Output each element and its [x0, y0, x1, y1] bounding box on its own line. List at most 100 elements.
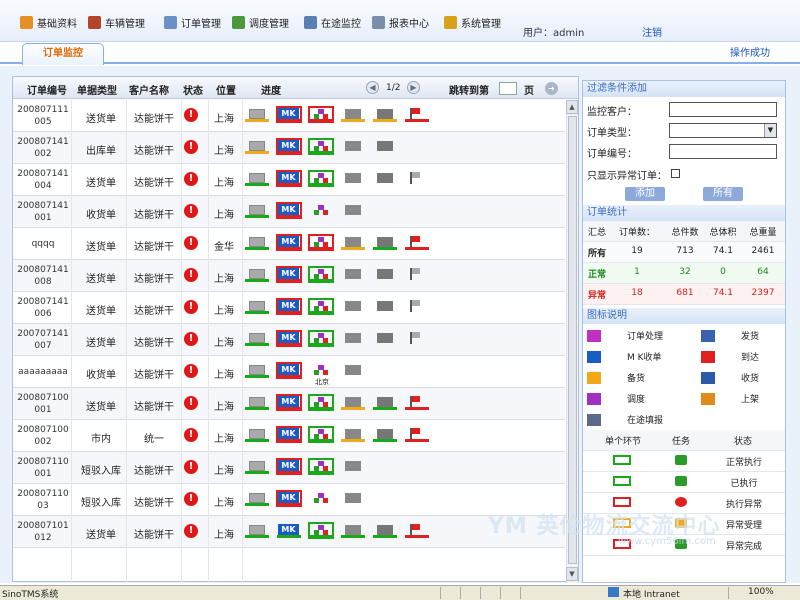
progress-stage[interactable]	[245, 332, 269, 346]
progress-stage[interactable]	[373, 332, 397, 346]
progress-stage[interactable]	[308, 234, 334, 251]
progress-stage[interactable]	[308, 106, 334, 123]
progress-stage[interactable]	[245, 268, 269, 282]
progress-stage[interactable]: MK	[276, 330, 302, 347]
order-no[interactable]: 200807141006	[17, 296, 69, 320]
error-status-icon[interactable]: !	[184, 396, 198, 410]
order-no[interactable]: 200707141007	[17, 328, 69, 352]
progress-stage[interactable]	[245, 396, 269, 410]
menu-item-2[interactable]: 订单管理	[164, 14, 221, 30]
progress-stage[interactable]	[341, 460, 365, 474]
order-no[interactable]: 200807141001	[17, 200, 69, 224]
table-row[interactable]: 200807141001 收货单 达能饼干! 上海 MK	[13, 196, 565, 228]
progress-stage[interactable]	[308, 426, 334, 443]
order-no[interactable]: 200807110001	[17, 456, 69, 480]
progress-stage[interactable]	[245, 492, 269, 506]
order-no[interactable]: 200807141004	[17, 168, 69, 192]
progress-stage[interactable]	[405, 300, 429, 314]
table-row[interactable]: 200807141002 出库单 达能饼干! 上海 MK	[13, 132, 565, 164]
progress-stage[interactable]	[308, 298, 334, 315]
progress-stage[interactable]	[245, 204, 269, 218]
progress-stage[interactable]	[373, 268, 397, 282]
progress-stage[interactable]: MK	[276, 490, 302, 507]
order-no[interactable]: 200807111005	[17, 104, 69, 128]
table-row[interactable]: 200807141006 送货单 达能饼干! 上海 MK	[13, 292, 565, 324]
progress-stage[interactable]	[341, 396, 365, 410]
error-status-icon[interactable]: !	[184, 492, 198, 506]
menu-item-1[interactable]: 车辆管理	[88, 14, 145, 30]
progress-stage[interactable]	[341, 524, 365, 538]
error-status-icon[interactable]: !	[184, 172, 198, 186]
progress-stage[interactable]	[373, 428, 397, 442]
table-row[interactable]: 20080711003 短驳入库 达能饼干! 上海 MK	[13, 484, 565, 516]
order-no-input[interactable]	[669, 144, 777, 159]
exception-only-checkbox[interactable]	[671, 169, 680, 178]
progress-stage[interactable]: MK	[276, 202, 302, 219]
error-status-icon[interactable]: !	[184, 108, 198, 122]
progress-stage[interactable]: MK	[276, 362, 302, 379]
progress-stage[interactable]: MK	[276, 234, 302, 251]
progress-stage[interactable]	[373, 396, 397, 410]
progress-stage[interactable]	[309, 364, 333, 378]
error-status-icon[interactable]: !	[184, 364, 198, 378]
progress-stage[interactable]: MK	[276, 426, 302, 443]
progress-stage[interactable]	[373, 236, 397, 250]
progress-stage[interactable]	[405, 332, 429, 346]
all-filter-button[interactable]: 所有	[703, 187, 743, 201]
progress-stage[interactable]	[245, 140, 269, 154]
jump-page-input[interactable]	[499, 82, 517, 95]
error-status-icon[interactable]: !	[184, 236, 198, 250]
progress-stage[interactable]	[341, 492, 365, 506]
progress-stage[interactable]	[308, 266, 334, 283]
next-page-icon[interactable]: ▶	[407, 81, 420, 94]
progress-stage[interactable]: MK	[276, 458, 302, 475]
progress-stage[interactable]	[245, 460, 269, 474]
progress-stage[interactable]	[308, 330, 334, 347]
menu-item-4[interactable]: 在途监控	[304, 14, 361, 30]
order-no[interactable]: 200807100001	[17, 392, 69, 416]
progress-stage[interactable]	[373, 108, 397, 122]
progress-stage[interactable]	[405, 108, 429, 122]
progress-stage[interactable]	[405, 428, 429, 442]
zoom-level[interactable]: 100%	[748, 587, 774, 597]
scroll-down-icon[interactable]: ▼	[566, 567, 578, 581]
progress-stage[interactable]	[341, 140, 365, 154]
table-row[interactable]: 200807111005 送货单 达能饼干! 上海 MK	[13, 100, 565, 132]
table-row[interactable]: 200807141008 送货单 达能饼干! 上海 MK	[13, 260, 565, 292]
progress-stage[interactable]: MK	[276, 266, 302, 283]
order-no[interactable]: 200807141008	[17, 264, 69, 288]
order-no[interactable]: qqqq	[17, 238, 69, 250]
progress-stage[interactable]	[373, 524, 397, 538]
customer-input[interactable]	[669, 102, 777, 117]
progress-stage[interactable]: MK	[276, 394, 302, 411]
progress-stage[interactable]: MK	[276, 106, 302, 123]
order-type-select[interactable]: ▼	[669, 123, 777, 138]
progress-stage[interactable]	[405, 524, 429, 538]
progress-stage[interactable]: MK	[276, 170, 302, 187]
menu-item-6[interactable]: 系统管理	[444, 14, 501, 30]
progress-stage[interactable]	[309, 492, 333, 506]
progress-stage[interactable]	[373, 140, 397, 154]
progress-stage[interactable]	[373, 300, 397, 314]
progress-stage[interactable]	[341, 364, 365, 378]
progress-stage[interactable]	[405, 236, 429, 250]
progress-stage[interactable]	[405, 268, 429, 282]
table-row[interactable]: aaaaaaaaa 收货单 达能饼干! 上海 MK 北京	[13, 356, 565, 388]
progress-stage[interactable]	[245, 108, 269, 122]
progress-stage[interactable]	[405, 172, 429, 186]
progress-stage[interactable]	[341, 108, 365, 122]
menu-item-0[interactable]: 基础资料	[20, 14, 77, 30]
progress-stage[interactable]	[405, 396, 429, 410]
progress-stage[interactable]	[341, 204, 365, 218]
scrollbar-thumb[interactable]	[568, 116, 577, 564]
progress-stage[interactable]: MK	[277, 524, 301, 538]
error-status-icon[interactable]: !	[184, 332, 198, 346]
progress-stage[interactable]	[245, 428, 269, 442]
table-row[interactable]: qqqq 送货单 达能饼干! 金华 MK	[13, 228, 565, 260]
order-no[interactable]: 200807101012	[17, 520, 69, 544]
progress-stage[interactable]	[341, 428, 365, 442]
table-row[interactable]: 200707141007 送货单 达能饼干! 上海 MK	[13, 324, 565, 356]
progress-stage[interactable]	[308, 394, 334, 411]
table-row[interactable]: 200807141004 送货单 达能饼干! 上海 MK	[13, 164, 565, 196]
table-row[interactable]: 200807101012 送货单 达能饼干! 上海 MK	[13, 516, 565, 548]
